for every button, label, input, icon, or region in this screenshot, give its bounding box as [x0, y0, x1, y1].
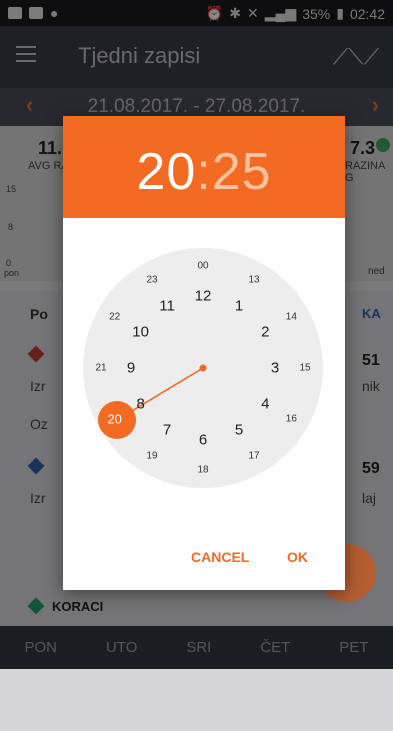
clock-hour-outer-21[interactable]: 21	[95, 363, 106, 374]
clock-hour-inner-9[interactable]: 9	[127, 360, 135, 377]
clock-hour-inner-4[interactable]: 4	[261, 396, 269, 413]
clock-hand	[98, 364, 207, 439]
clock-hour-outer-13[interactable]: 13	[248, 274, 259, 285]
ok-button[interactable]: OK	[281, 548, 314, 566]
minute-display[interactable]: 25	[212, 143, 272, 201]
clock-hour-inner-5[interactable]: 5	[235, 422, 243, 439]
clock-hour-inner-2[interactable]: 2	[261, 324, 269, 341]
clock-hour-inner-11[interactable]: 11	[159, 297, 175, 314]
clock-hour-outer-15[interactable]: 15	[299, 363, 310, 374]
cancel-button[interactable]: CANCEL	[185, 548, 255, 566]
clock-face[interactable]: 00 13 14 15 16 17 18 19 20 21 22 23 12 1 2 3 4 5 6 7 8 9 10 11	[83, 248, 323, 488]
clock-hour-outer-17[interactable]: 17	[248, 451, 259, 462]
clock-hour-inner-1[interactable]: 1	[235, 297, 243, 314]
clock-hour-outer-18[interactable]: 18	[197, 465, 208, 476]
clock-hour-inner-10[interactable]: 10	[132, 324, 149, 341]
clock-hour-inner-8[interactable]: 8	[136, 396, 144, 413]
clock-hour-outer-23[interactable]: 23	[146, 274, 157, 285]
clock-hour-outer-22[interactable]: 22	[109, 312, 120, 323]
time-display: 20:25	[63, 142, 345, 202]
clock-hour-outer-20[interactable]: 20	[107, 412, 121, 427]
time-picker-dialog: 20:25 00 13 14 15 16 17 18 19 20 21 22 23 12 1 2 3 4 5 6 7 8…	[63, 116, 345, 590]
clock-hour-outer-16[interactable]: 16	[286, 414, 297, 425]
clock-hour-outer-14[interactable]: 14	[286, 312, 297, 323]
time-separator: :	[196, 143, 212, 201]
hour-display[interactable]: 20	[136, 143, 196, 201]
clock-hour-inner-6[interactable]: 6	[199, 432, 207, 449]
clock-hour-outer-00[interactable]: 00	[197, 261, 208, 272]
clock-hour-inner-12[interactable]: 12	[195, 288, 212, 305]
clock-hour-inner-7[interactable]: 7	[163, 422, 171, 439]
clock-hour-inner-3[interactable]: 3	[271, 360, 279, 377]
clock-hour-outer-19[interactable]: 19	[146, 451, 157, 462]
